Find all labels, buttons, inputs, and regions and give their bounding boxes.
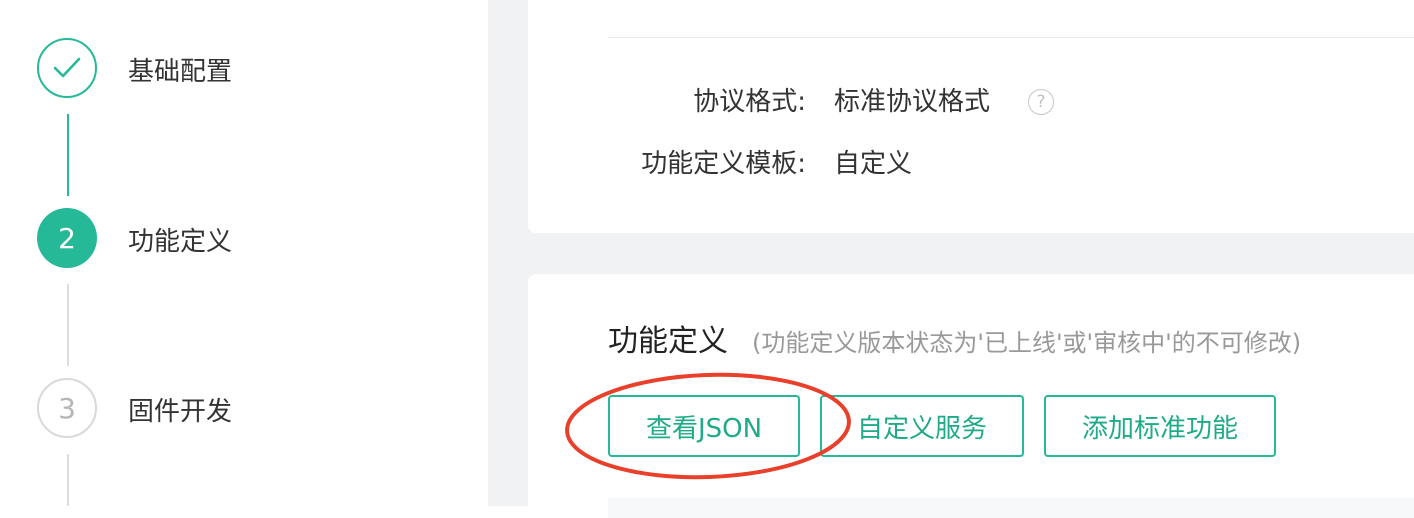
product-info-card: 协议格式: 标准协议格式 ? 功能定义模板: 自定义 bbox=[528, 0, 1414, 233]
custom-service-button[interactable]: 自定义服务 bbox=[820, 395, 1024, 457]
protocol-format-value: 标准协议格式 bbox=[834, 87, 991, 117]
template-value: 自定义 bbox=[834, 149, 913, 179]
check-icon bbox=[53, 57, 81, 78]
function-definition-card: 功能定义 (功能定义版本状态为'已上线'或'审核中'的不可修改) 查看JSON … bbox=[528, 274, 1414, 518]
step-connector bbox=[67, 454, 69, 506]
view-json-button[interactable]: 查看JSON bbox=[608, 395, 800, 457]
step-2-label[interactable]: 功能定义 bbox=[128, 224, 232, 260]
section-title: 功能定义 bbox=[608, 324, 728, 359]
step-sidebar: 基础配置 2 功能定义 3 固件开发 bbox=[0, 0, 488, 506]
add-standard-function-button[interactable]: 添加标准功能 bbox=[1044, 395, 1276, 457]
function-list-header bbox=[608, 498, 1414, 518]
section-note: (功能定义版本状态为'已上线'或'审核中'的不可修改) bbox=[752, 329, 1302, 357]
question-circle-icon[interactable]: ? bbox=[1028, 89, 1054, 115]
step-3-label[interactable]: 固件开发 bbox=[128, 394, 232, 430]
step-connector-done bbox=[67, 114, 69, 196]
step-1-indicator[interactable] bbox=[37, 38, 97, 98]
step-2-indicator[interactable]: 2 bbox=[37, 208, 97, 268]
step-1-label[interactable]: 基础配置 bbox=[128, 54, 232, 90]
divider bbox=[608, 37, 1414, 38]
step-3-indicator[interactable]: 3 bbox=[37, 378, 97, 438]
template-label: 功能定义模板: bbox=[641, 149, 806, 179]
main-content: 协议格式: 标准协议格式 ? 功能定义模板: 自定义 功能定义 (功能定义版本状… bbox=[488, 0, 1414, 518]
step-connector bbox=[67, 284, 69, 366]
protocol-format-label: 协议格式: bbox=[693, 87, 806, 117]
